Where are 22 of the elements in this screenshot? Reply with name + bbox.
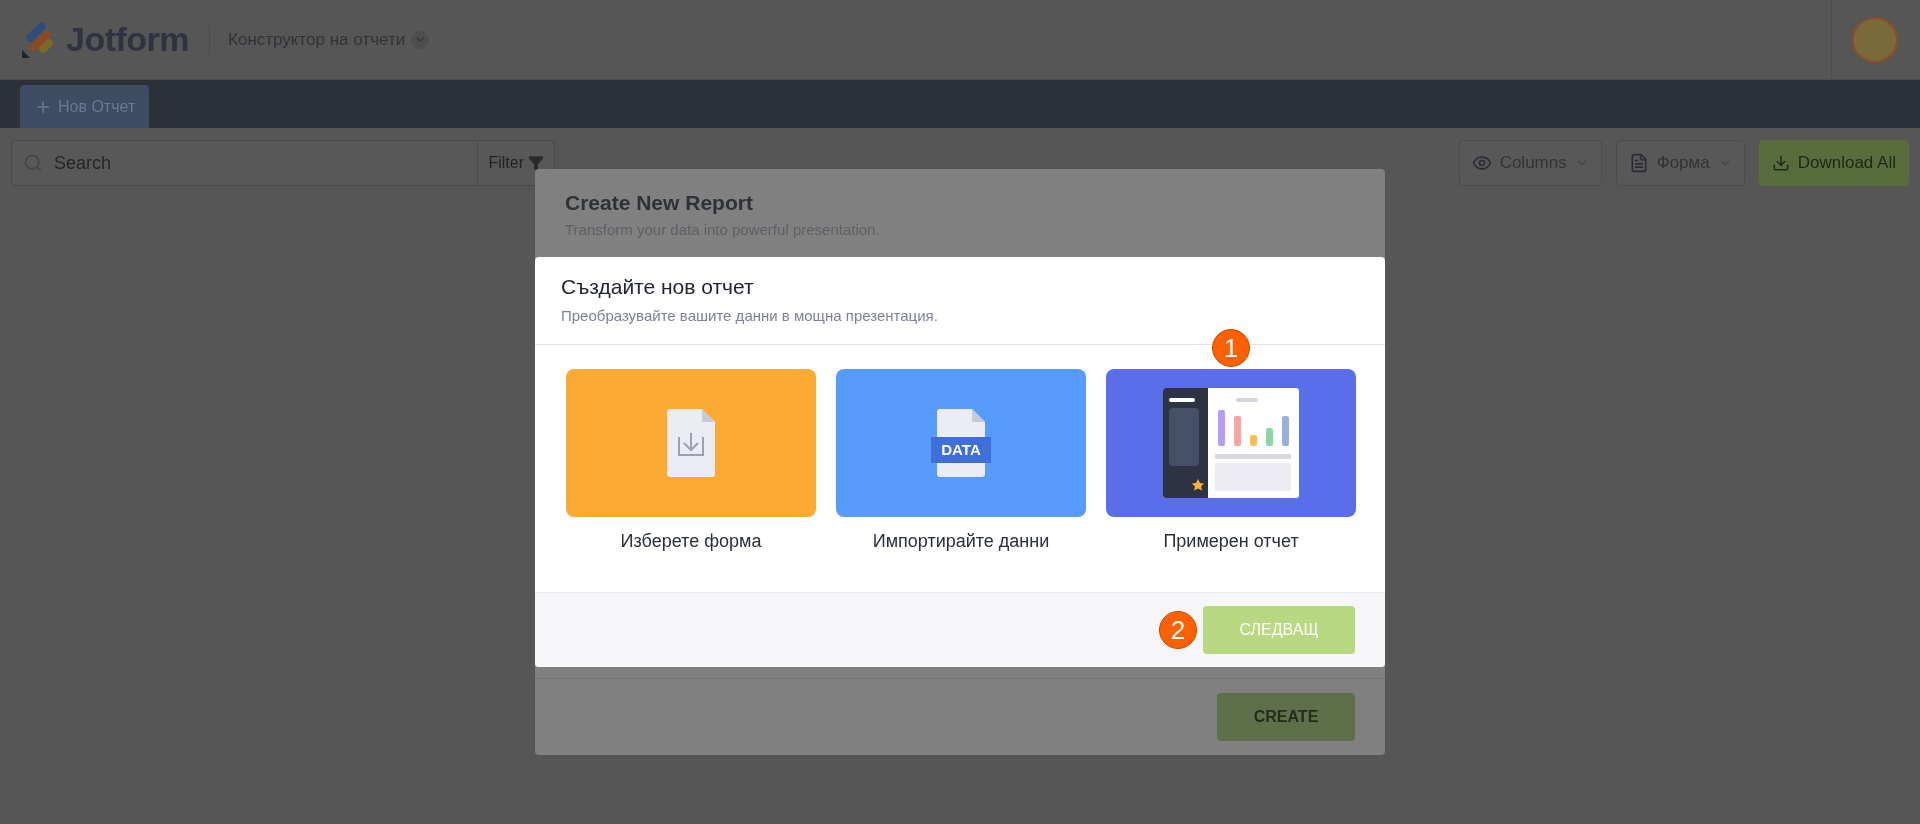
chevron-down-icon [411,30,430,49]
option-card[interactable]: DATA [836,369,1086,517]
download-all-button[interactable]: Download All [1758,140,1909,186]
data-file-icon [931,409,991,477]
logo-icon [22,21,56,58]
funnel-icon [528,155,544,171]
eye-icon [1471,153,1492,173]
option-label: Примерен отчет [1163,531,1299,552]
dialog-title: Създайте нов отчет [561,275,755,299]
next-button[interactable]: СЛЕДВАЩ [1203,606,1355,654]
download-icon [1771,154,1790,172]
callout-number: 1 [1212,329,1250,367]
option-card[interactable] [1106,369,1356,517]
create-button[interactable]: CREATE [1217,693,1355,741]
dialog-subtitle: Преобразувайте вашите данни в мощна презентация. [561,307,939,324]
option-label: Изберете форма [620,531,762,552]
data-label: DATA [940,441,982,458]
dialog-title: Create New Report [565,191,754,215]
option-label: Импортирайте данни [872,531,1050,552]
file-download-icon [667,409,715,477]
avatar[interactable] [1852,16,1898,63]
callout-number: 2 [1159,611,1197,649]
